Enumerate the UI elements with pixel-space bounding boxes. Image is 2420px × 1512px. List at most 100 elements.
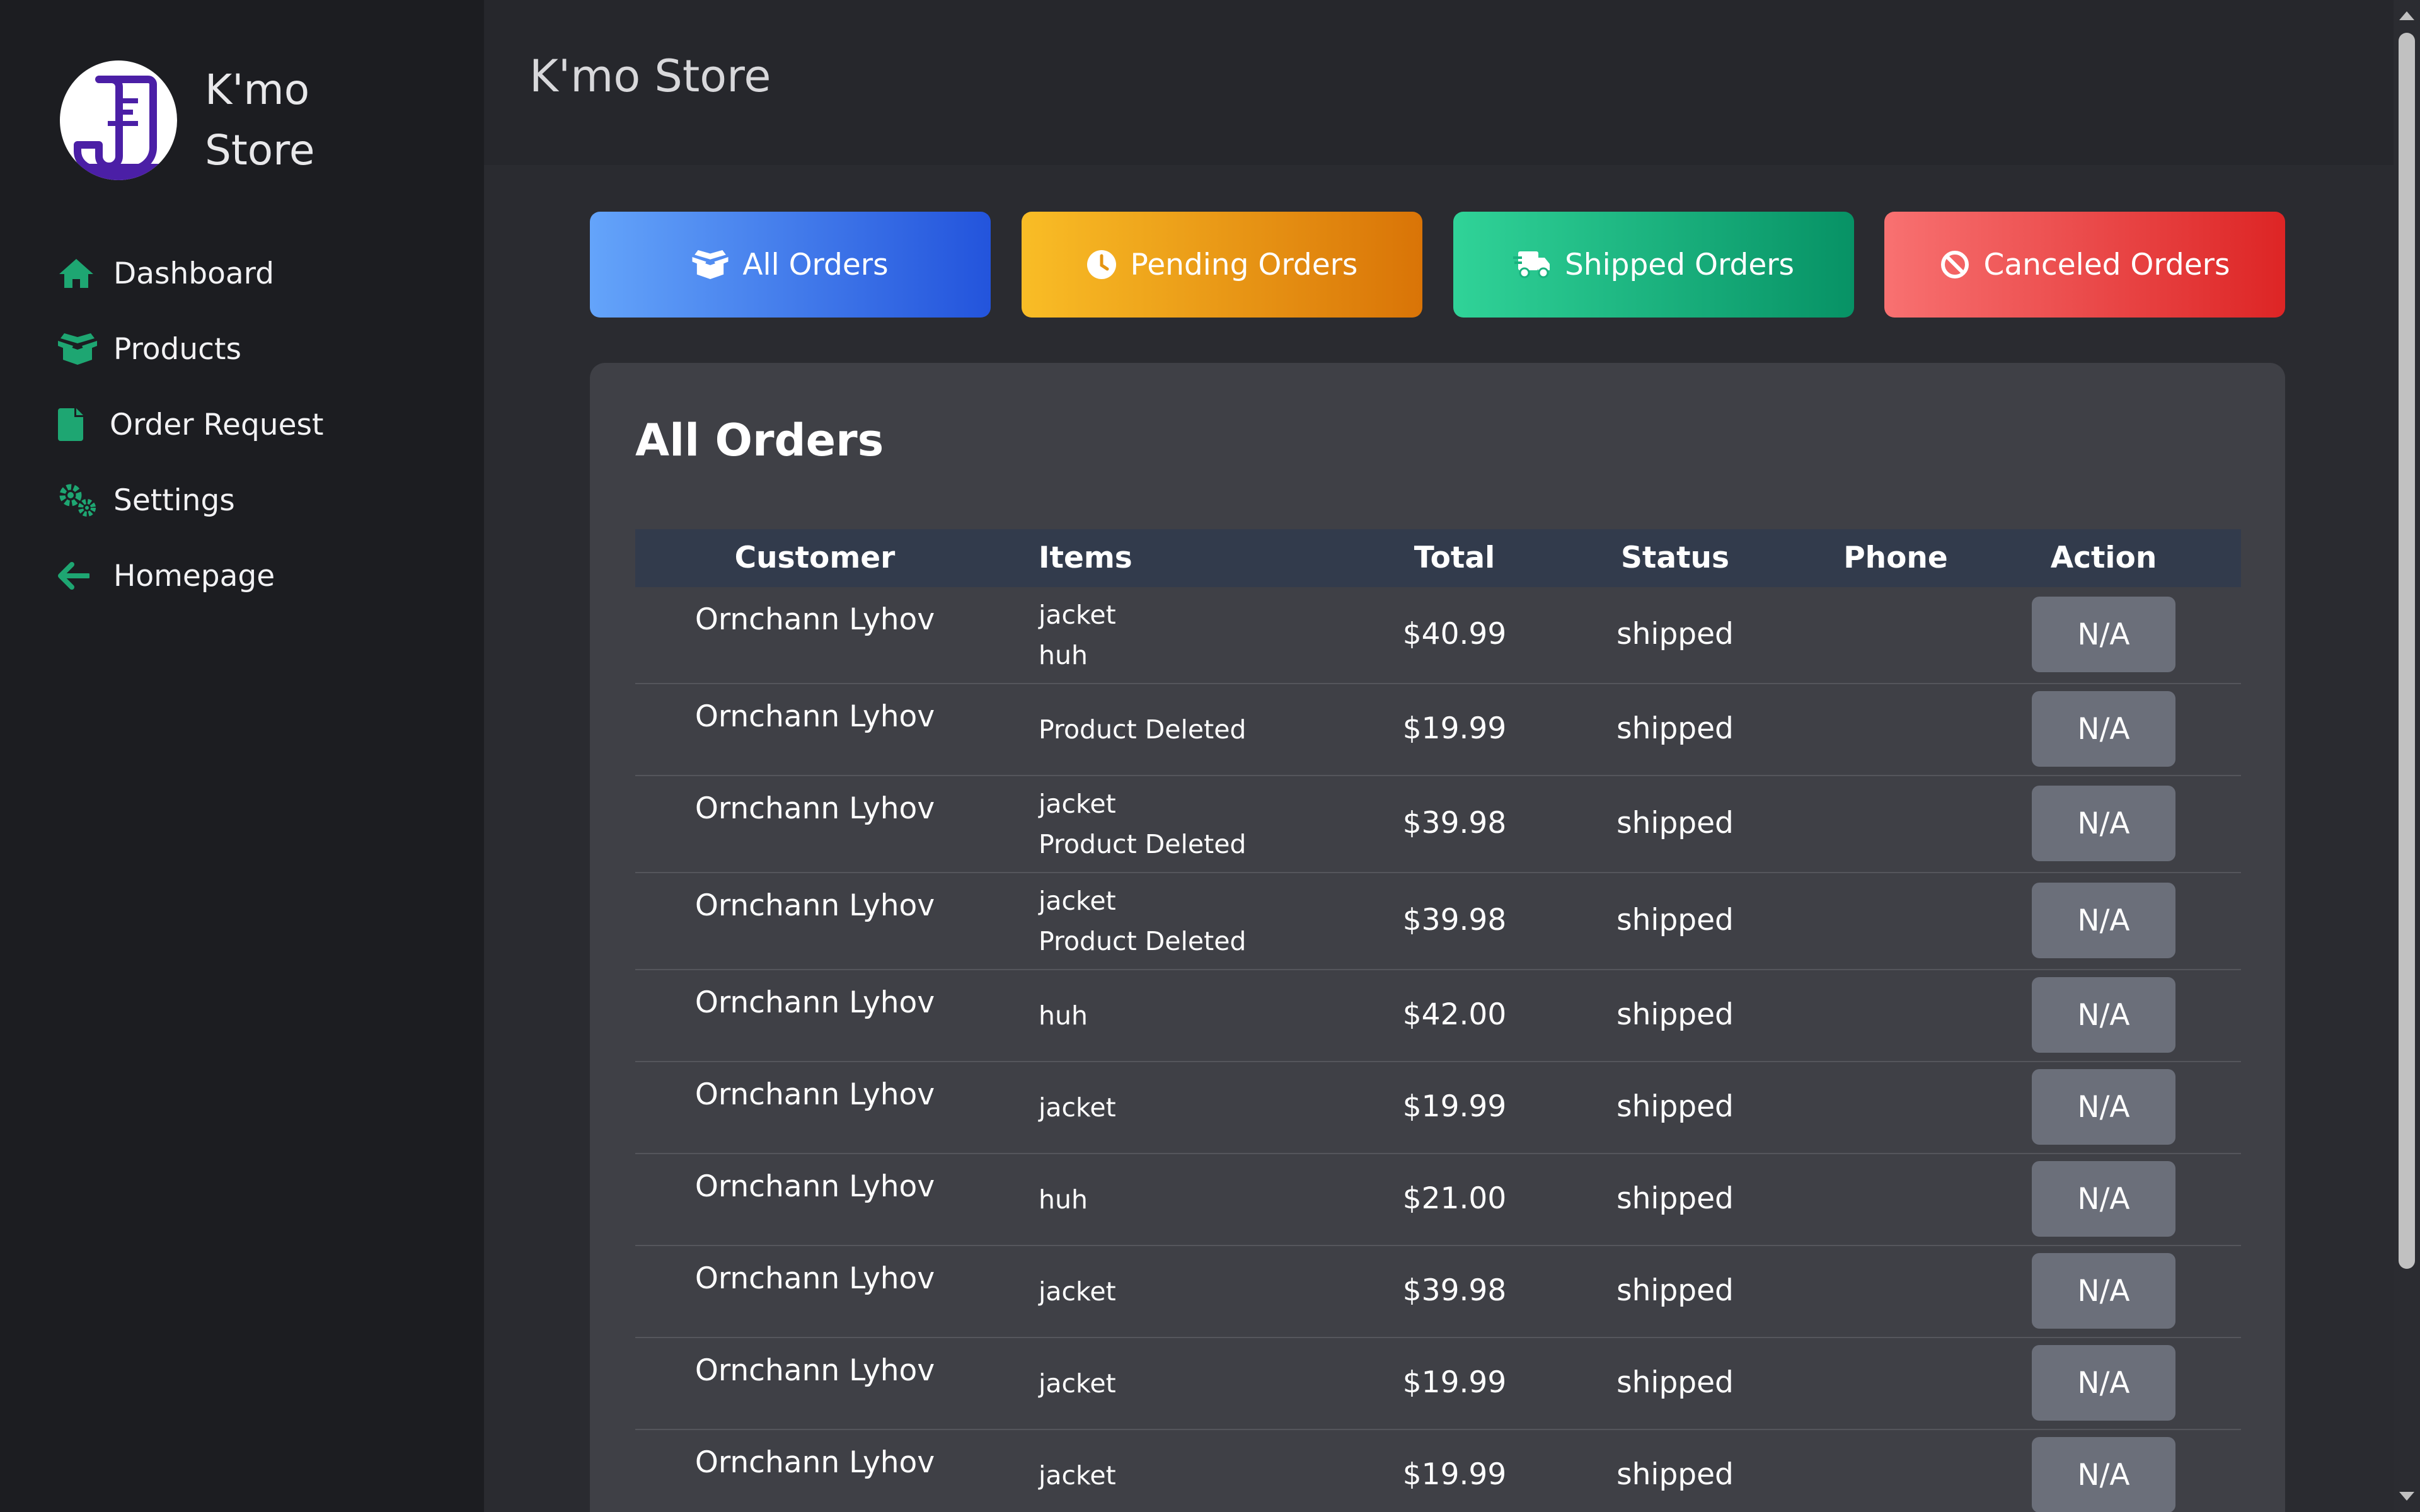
page-title: K'mo Store — [529, 50, 771, 102]
table-row: Ornchann Lyhov jacket $39.98 shipped N/A — [635, 1246, 2241, 1338]
item-name: jacket — [1039, 1092, 1116, 1123]
item-name: jacket — [1039, 1460, 1116, 1491]
scrollbar-thumb[interactable] — [2399, 33, 2415, 1269]
box-open-icon — [692, 250, 729, 279]
items-cell: jacket — [1039, 1363, 1291, 1404]
item-name: Product Deleted — [1039, 829, 1247, 859]
column-header-customer: Customer — [734, 541, 896, 575]
status-cell: shipped — [1616, 1089, 1734, 1124]
column-header-status: Status — [1621, 541, 1729, 575]
brand[interactable]: K'mo Store — [60, 60, 369, 181]
table-row: Ornchann Lyhov jacket $19.99 shipped N/A — [635, 1338, 2241, 1430]
status-cell: shipped — [1616, 711, 1734, 746]
items-cell: huh — [1039, 1179, 1291, 1220]
status-cell: shipped — [1616, 1365, 1734, 1400]
customer-cell: Ornchann Lyhov — [694, 602, 935, 637]
ban-icon — [1940, 249, 1970, 280]
action-button[interactable]: N/A — [2032, 597, 2175, 672]
shipped-orders-button[interactable]: Shipped Orders — [1453, 212, 1854, 318]
action-button[interactable]: N/A — [2032, 786, 2175, 861]
total-cell: $21.00 — [1402, 1181, 1507, 1216]
total-cell: $39.98 — [1402, 806, 1507, 840]
total-cell: $19.99 — [1402, 711, 1507, 746]
item-name: Product Deleted — [1039, 926, 1247, 956]
total-cell: $19.99 — [1402, 1457, 1507, 1492]
item-name: jacket — [1039, 1368, 1116, 1399]
action-button[interactable]: N/A — [2032, 1161, 2175, 1237]
table-row: Ornchann Lyhov jacket huh $40.99 shipped N/A — [635, 587, 2241, 684]
orders-title: All Orders — [635, 415, 884, 466]
canceled-orders-button[interactable]: Canceled Orders — [1884, 212, 2285, 318]
customer-cell: Ornchann Lyhov — [694, 1353, 935, 1388]
sidebar-item-order-request[interactable]: Order Request — [58, 399, 323, 450]
table-header: Customer Items Total Status Phone Action — [635, 529, 2241, 587]
action-button[interactable]: N/A — [2032, 691, 2175, 767]
total-cell: $39.98 — [1402, 903, 1507, 937]
item-name: huh — [1039, 640, 1088, 670]
status-cell: shipped — [1616, 903, 1734, 937]
item-name: jacket — [1039, 789, 1116, 819]
items-cell: jacket Product Deleted — [1039, 784, 1291, 864]
table-row: Ornchann Lyhov jacket Product Deleted $39.9… — [635, 776, 2241, 873]
status-cell: shipped — [1616, 997, 1734, 1032]
item-name: jacket — [1039, 1276, 1116, 1307]
status-cell: shipped — [1616, 1273, 1734, 1308]
action-button[interactable]: N/A — [2032, 977, 2175, 1053]
action-button[interactable]: N/A — [2032, 1345, 2175, 1421]
items-cell: Product Deleted — [1039, 709, 1291, 750]
sidebar-item-settings[interactable]: Settings — [58, 475, 235, 525]
customer-cell: Ornchann Lyhov — [694, 1169, 935, 1204]
pending-orders-button[interactable]: Pending Orders — [1022, 212, 1422, 318]
truck-fast-icon — [1512, 250, 1551, 279]
items-cell: jacket Product Deleted — [1039, 881, 1291, 961]
sidebar-item-homepage[interactable]: Homepage — [58, 551, 275, 601]
items-cell: huh — [1039, 995, 1291, 1036]
status-cell: shipped — [1616, 806, 1734, 840]
column-header-action: Action — [2050, 541, 2157, 575]
sidebar-item-label: Dashboard — [113, 256, 274, 291]
action-button[interactable]: N/A — [2032, 883, 2175, 958]
all-orders-button[interactable]: All Orders — [590, 212, 991, 318]
column-header-total: Total — [1414, 541, 1495, 575]
scroll-down-icon[interactable] — [2399, 1492, 2414, 1501]
sidebar-item-products[interactable]: Products — [58, 324, 241, 374]
customer-cell: Ornchann Lyhov — [694, 791, 935, 826]
customer-cell: Ornchann Lyhov — [694, 1261, 935, 1296]
status-cell: shipped — [1616, 1181, 1734, 1216]
customer-cell: Ornchann Lyhov — [694, 699, 935, 734]
item-name: jacket — [1039, 886, 1116, 916]
canceled-orders-label: Canceled Orders — [1983, 247, 2230, 282]
receipt-logo-icon — [60, 60, 177, 180]
item-name: huh — [1039, 1000, 1088, 1031]
items-cell: jacket huh — [1039, 595, 1291, 675]
status-cell: shipped — [1616, 1457, 1734, 1492]
total-cell: $39.98 — [1402, 1273, 1507, 1308]
item-name: Product Deleted — [1039, 714, 1247, 745]
items-cell: jacket — [1039, 1455, 1291, 1496]
home-icon — [58, 256, 102, 291]
table-row: Ornchann Lyhov huh $42.00 shipped N/A — [635, 970, 2241, 1062]
clock-icon — [1086, 249, 1117, 280]
brand-name: K'mo Store — [205, 66, 315, 175]
sidebar: K'mo Store Dashboard Products Order Requ… — [0, 0, 484, 1512]
sidebar-item-dashboard[interactable]: Dashboard — [58, 248, 274, 299]
status-cell: shipped — [1616, 617, 1734, 651]
total-cell: $40.99 — [1402, 617, 1507, 651]
sidebar-item-label: Products — [113, 331, 241, 367]
box-open-icon — [58, 331, 102, 367]
total-cell: $19.99 — [1402, 1365, 1507, 1400]
scroll-up-icon[interactable] — [2399, 11, 2414, 20]
action-button[interactable]: N/A — [2032, 1437, 2175, 1512]
item-name: huh — [1039, 1184, 1088, 1215]
table-row: Ornchann Lyhov jacket $19.99 shipped N/A — [635, 1430, 2241, 1512]
action-button[interactable]: N/A — [2032, 1253, 2175, 1329]
vertical-scrollbar[interactable] — [2394, 0, 2420, 1512]
total-cell: $19.99 — [1402, 1089, 1507, 1124]
pending-orders-label: Pending Orders — [1130, 247, 1358, 282]
total-cell: $42.00 — [1402, 997, 1507, 1032]
all-orders-label: All Orders — [742, 247, 889, 282]
gears-icon — [58, 483, 102, 518]
sidebar-item-label: Homepage — [113, 558, 275, 593]
arrow-left-icon — [58, 558, 102, 593]
action-button[interactable]: N/A — [2032, 1069, 2175, 1145]
